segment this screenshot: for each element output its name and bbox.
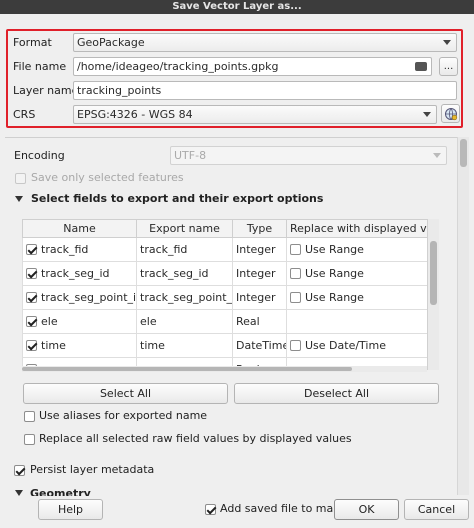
column-header[interactable]: Type [232,219,287,238]
geometry-section-title[interactable]: Geometry [30,487,91,496]
options-scrollbar[interactable] [457,137,469,495]
field-name: track_seg_point_id [41,291,137,304]
field-checkbox[interactable] [26,268,37,279]
field-name-cell[interactable]: track_seg_id [22,261,137,286]
replace-checkbox[interactable] [290,340,301,351]
replace-cell[interactable]: Use Range [286,237,439,262]
field-name: track_seg_id [41,267,110,280]
scrollbar-thumb[interactable] [460,139,467,167]
field-name-cell[interactable]: track_fid [22,237,137,262]
table-row[interactable]: track_fid track_fid Integer Use Range [22,237,439,262]
use-aliases-checkbox[interactable] [24,411,35,422]
cancel-button[interactable]: Cancel [404,499,469,520]
table-row[interactable]: ele ele Real [22,309,439,334]
field-checkbox[interactable] [26,244,37,255]
field-name-cell[interactable]: time [22,333,137,358]
clear-icon[interactable] [415,62,427,71]
save-selected-label: Save only selected features [31,171,184,184]
field-checkbox[interactable] [26,316,37,327]
file-name-label: File name [13,60,67,73]
replace-cell[interactable]: Use Range [286,261,439,286]
replace-label: Use Range [305,267,364,280]
chevron-down-icon [443,40,451,45]
replace-label: Use Date/Time [305,339,386,352]
field-name: time [41,339,66,352]
column-header[interactable]: Replace with displayed values [286,219,439,238]
fields-section-title: Select fields to export and their export… [31,192,324,205]
format-combo[interactable]: GeoPackage [73,33,457,52]
column-header[interactable]: Export name [136,219,233,238]
replace-cell [286,309,439,334]
save-selected-checkbox[interactable] [15,173,26,184]
replace-label: Use Range [305,243,364,256]
type-cell: DateTime [232,333,287,358]
field-checkbox[interactable] [26,340,37,351]
use-aliases-label: Use aliases for exported name [39,409,208,422]
table-row[interactable]: track_seg_id track_seg_id Integer Use Ra… [22,261,439,286]
file-name-value: /home/ideageo/tracking_points.gpkg [77,60,279,73]
crs-label: CRS [13,108,36,121]
scrollbar-thumb[interactable] [22,367,352,371]
replace-all-checkbox[interactable] [24,434,35,445]
format-label: Format [13,36,52,49]
add-to-map-label: Add saved file to map [220,502,341,515]
replace-checkbox[interactable] [290,244,301,255]
layer-name-value: tracking_points [77,84,162,97]
field-name-cell[interactable]: ele [22,309,137,334]
table-row[interactable]: track_seg_point_id track_seg_point_id In… [22,285,439,310]
select-all-button[interactable]: Select All [23,383,228,404]
fields-table: Name Export name Type Replace with displ… [22,219,439,370]
export-name-cell[interactable]: track_seg_point_id [136,285,233,310]
type-cell: Integer [232,285,287,310]
field-name: ele [41,315,58,328]
table-row[interactable]: time time DateTime Use Date/Time [22,333,439,358]
globe-icon [444,108,457,121]
help-button[interactable]: Help [38,499,103,520]
select-crs-button[interactable] [441,104,460,123]
export-name-cell[interactable]: track_seg_id [136,261,233,286]
replace-cell[interactable]: Use Date/Time [286,333,439,358]
crs-combo[interactable]: EPSG:4326 - WGS 84 [73,105,437,124]
format-value: GeoPackage [77,36,145,49]
chevron-down-icon [433,153,441,158]
collapse-icon[interactable] [15,490,23,496]
type-cell: Integer [232,237,287,262]
window-title: Save Vector Layer as... [0,0,474,14]
field-name: track_fid [41,243,89,256]
encoding-combo[interactable]: UTF-8 [170,146,447,165]
add-to-map-checkbox[interactable] [205,504,216,515]
export-name-cell[interactable]: ele [136,309,233,334]
chevron-down-icon [423,112,431,117]
encoding-value: UTF-8 [174,149,207,162]
export-name-cell[interactable]: time [136,333,233,358]
column-header[interactable]: Name [22,219,137,238]
replace-checkbox[interactable] [290,268,301,279]
fields-table-container: Name Export name Type Replace with displ… [22,219,439,370]
export-name-cell[interactable]: track_fid [136,237,233,262]
field-name-cell[interactable]: track_seg_point_id [22,285,137,310]
replace-checkbox[interactable] [290,292,301,303]
replace-cell[interactable]: Use Range [286,285,439,310]
fields-table-header: Name Export name Type Replace with displ… [22,219,439,238]
layer-name-input[interactable]: tracking_points [73,81,457,100]
persist-metadata-checkbox[interactable] [14,465,25,476]
file-name-input[interactable]: /home/ideageo/tracking_points.gpkg [73,57,432,76]
type-cell: Integer [232,261,287,286]
deselect-all-button[interactable]: Deselect All [234,383,439,404]
type-cell: Real [232,309,287,334]
ok-button[interactable]: OK [334,499,399,520]
browse-button[interactable]: ... [439,57,458,76]
table-scrollbar[interactable] [427,219,439,370]
replace-all-label: Replace all selected raw field values by… [39,432,352,445]
geometry-section-clip: Geometry [30,487,150,496]
table-hscrollbar[interactable] [22,366,427,372]
encoding-label: Encoding [14,149,65,162]
layer-name-label: Layer name [13,84,79,97]
persist-metadata-label: Persist layer metadata [30,463,155,476]
collapse-icon[interactable] [15,196,23,202]
replace-label: Use Range [305,291,364,304]
scrollbar-thumb[interactable] [430,241,437,305]
crs-value: EPSG:4326 - WGS 84 [77,108,193,121]
field-checkbox[interactable] [26,292,37,303]
